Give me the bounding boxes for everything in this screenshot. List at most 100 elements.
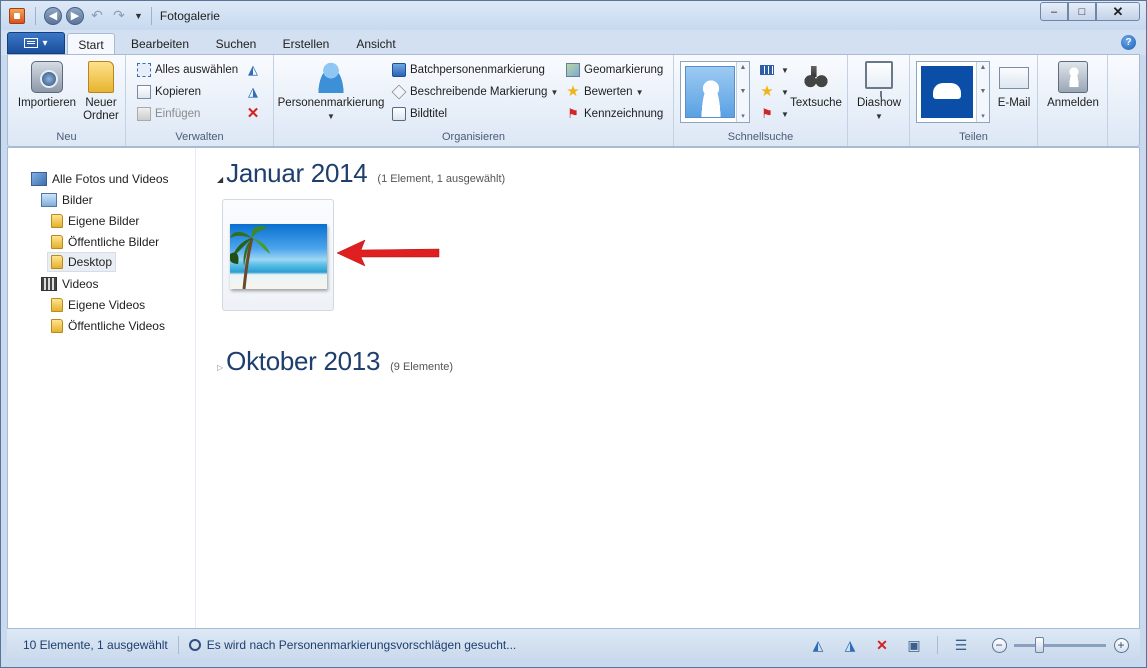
tab-erstellen[interactable]: Erstellen	[275, 33, 337, 55]
title-separator	[150, 6, 152, 25]
app-menu-button[interactable]: ▾	[7, 32, 65, 54]
minimize-button[interactable]: –	[1040, 2, 1068, 21]
flag-button[interactable]: ⚑ Kennzeichnung	[566, 105, 663, 123]
status-separator	[177, 636, 179, 654]
zoom-slider[interactable]	[1014, 636, 1106, 653]
import-button[interactable]: Importieren	[16, 61, 78, 110]
group-anmelden: Anmelden	[1038, 55, 1108, 146]
date-group-title: Januar 2014	[226, 158, 368, 188]
tag-icon	[391, 84, 407, 100]
app-window: ◀ ▶ ↶ ↷ ▼ Fotogalerie – □ ✕ ▾ Start Bear…	[0, 0, 1147, 668]
close-button[interactable]: ✕	[1096, 2, 1140, 21]
copy-button[interactable]: Kopieren	[137, 83, 201, 101]
nav-item-desktop[interactable]: Desktop	[47, 252, 117, 272]
flag-filter-button[interactable]: ⚑ ▼	[760, 105, 789, 123]
nav-item-public-videos[interactable]: Öffentliche Videos	[48, 316, 168, 336]
delete-button[interactable]: ✕	[246, 105, 264, 123]
rating-filter-button[interactable]: ★ ▼	[760, 83, 789, 101]
qat-dropdown-icon[interactable]: ▼	[134, 11, 143, 21]
nav-label: Eigene Bilder	[68, 214, 140, 228]
help-icon[interactable]: ?	[1121, 35, 1136, 50]
gallery-scroll[interactable]: ▲ ▼ ▾	[736, 62, 749, 122]
text-search-button[interactable]: Textsuche	[788, 61, 844, 110]
group-label-verwalten: Verwalten	[175, 131, 224, 143]
batch-people-label: Batchpersonenmarkierung	[410, 64, 545, 76]
onedrive-icon[interactable]	[921, 66, 973, 118]
descriptive-tag-button[interactable]: Beschreibende Markierung ▼	[391, 83, 558, 101]
rotate-left-icon: ◭	[248, 62, 258, 77]
batch-people-tag-button[interactable]: Batchpersonenmarkierung	[392, 61, 545, 79]
tab-suchen[interactable]: Suchen	[207, 33, 265, 55]
forward-icon[interactable]: ▶	[66, 6, 84, 25]
redo-icon[interactable]: ↷	[110, 7, 128, 25]
share-gallery-scroll[interactable]: ▲ ▼ ▾	[976, 62, 989, 122]
rate-button[interactable]: ★ Bewerten ▼	[566, 83, 643, 101]
slideshow-icon[interactable]: ▣	[905, 636, 923, 654]
status-tools: ◭ ◮ ✕ ▣ ☰ − +	[795, 636, 1130, 654]
back-icon[interactable]: ◀	[44, 6, 62, 25]
person-icon	[315, 61, 347, 93]
rate-label: Bewerten	[584, 86, 633, 98]
share-gallery[interactable]: ▲ ▼ ▾	[916, 61, 990, 123]
undo-icon[interactable]: ↶	[88, 7, 106, 25]
nav-item-my-videos[interactable]: Eigene Videos	[48, 295, 148, 315]
date-group-header[interactable]: ▷ Oktober 2013 (9 Elemente)	[217, 346, 453, 377]
tab-ansicht[interactable]: Ansicht	[348, 33, 404, 55]
binoculars-icon	[802, 63, 830, 91]
nav-item-public-pictures[interactable]: Öffentliche Bilder	[48, 232, 162, 252]
content-area: Alle Fotos und Videos Bilder Eigene Bild…	[7, 147, 1140, 629]
rotate-right-icon[interactable]: ◮	[841, 636, 859, 654]
group-label-schnellsuche: Schnellsuche	[727, 131, 794, 143]
select-all-button[interactable]: Alles auswählen	[137, 61, 238, 79]
geotag-button[interactable]: Geomarkierung	[566, 61, 663, 79]
select-all-label: Alles auswählen	[155, 64, 239, 76]
zoom-in-icon[interactable]: +	[1112, 636, 1130, 654]
date-group-header[interactable]: ◢ Januar 2014 (1 Element, 1 ausgewählt)	[217, 158, 505, 189]
window-controls: – □ ✕	[1040, 2, 1140, 21]
people-tag-dropdown-icon: ▼	[327, 112, 335, 121]
details-view-icon[interactable]: ☰	[952, 636, 970, 654]
email-button[interactable]: E-Mail	[994, 61, 1034, 110]
people-tag-button[interactable]: Personenmarkierung ▼	[278, 61, 384, 123]
group-diashow: Diashow ▼	[848, 55, 910, 146]
date-filter-button[interactable]: ▼	[760, 61, 789, 79]
people-filter-gallery[interactable]: ▲ ▼ ▾	[680, 61, 750, 123]
maximize-button[interactable]: □	[1068, 2, 1096, 21]
nav-label: Öffentliche Videos	[68, 319, 165, 333]
rotate-left-button[interactable]: ◭	[246, 61, 264, 79]
star-icon: ★	[566, 83, 580, 100]
zoom-out-icon[interactable]: −	[990, 636, 1008, 654]
slideshow-button[interactable]: Diashow ▼	[852, 61, 906, 123]
zoom-slider-thumb[interactable]	[1035, 636, 1044, 653]
new-folder-label-2: Ordner	[83, 110, 119, 122]
navigation-pane: Alle Fotos und Videos Bilder Eigene Bild…	[8, 148, 196, 628]
sign-in-button[interactable]: Anmelden	[1042, 61, 1104, 110]
gallery-pane: ◢ Januar 2014 (1 Element, 1 ausgewählt)	[197, 148, 1139, 628]
tab-start[interactable]: Start	[67, 33, 115, 55]
text-search-label: Textsuche	[790, 97, 842, 109]
nav-item-pictures[interactable]: Bilder	[38, 190, 96, 210]
person-filter-icon[interactable]	[685, 66, 735, 118]
rotate-left-icon[interactable]: ◭	[809, 636, 827, 654]
nav-item-my-pictures[interactable]: Eigene Bilder	[48, 211, 142, 231]
rotate-right-button[interactable]: ◮	[246, 83, 264, 101]
easel-icon	[865, 61, 893, 97]
photo-thumbnail[interactable]	[230, 224, 327, 289]
nav-item-all-photos[interactable]: Alle Fotos und Videos	[28, 169, 172, 189]
nav-item-videos[interactable]: Videos	[38, 274, 101, 294]
palm-tree-image	[230, 226, 270, 289]
paste-button[interactable]: Einfügen	[137, 105, 200, 123]
tab-bearbeiten[interactable]: Bearbeiten	[125, 33, 195, 55]
app-icon[interactable]	[9, 7, 25, 24]
caption-button[interactable]: Bildtitel	[392, 105, 447, 123]
video-icon	[41, 277, 57, 291]
caption-label: Bildtitel	[410, 108, 448, 120]
delete-icon: ✕	[246, 105, 260, 122]
nav-label: Bilder	[62, 193, 93, 207]
flag-filter-icon: ⚑	[761, 106, 773, 121]
expand-icon[interactable]: ▷	[217, 363, 223, 372]
photo-thumbnail-tile[interactable]	[222, 199, 334, 311]
new-folder-button[interactable]: Neuer Ordner	[80, 61, 122, 123]
delete-icon[interactable]: ✕	[873, 636, 891, 654]
collapse-icon[interactable]: ◢	[217, 175, 223, 184]
